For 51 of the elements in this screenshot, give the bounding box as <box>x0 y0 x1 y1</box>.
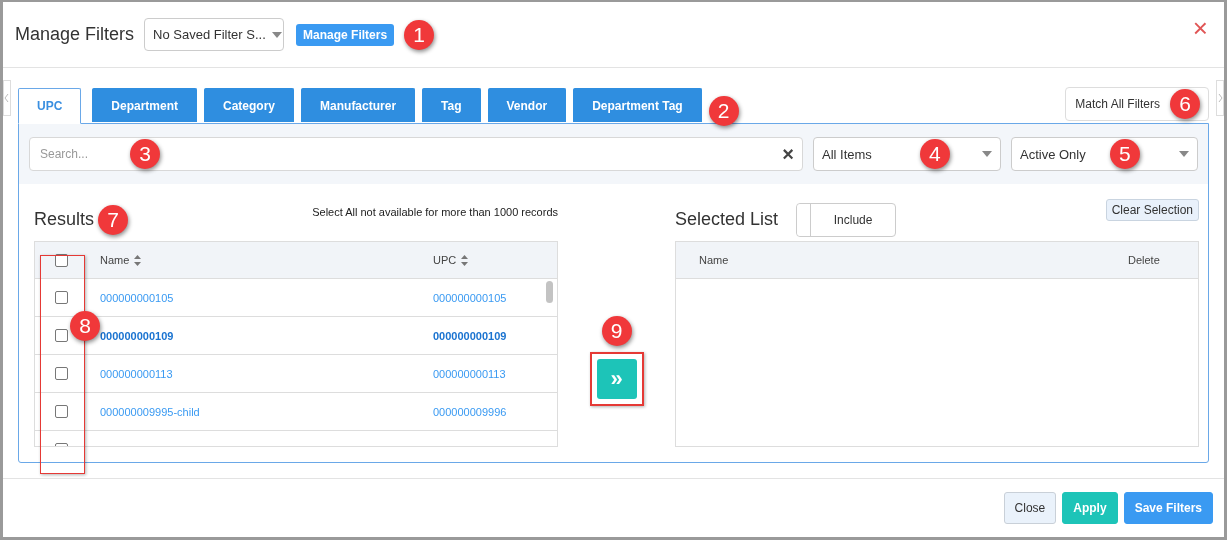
footer-button[interactable]: Apply <box>1062 492 1118 524</box>
upc-link[interactable]: 000000000113 <box>433 367 506 380</box>
filter-tab[interactable]: Category <box>204 88 295 122</box>
callout-badge: 8 <box>70 311 100 341</box>
results-title: Results <box>34 209 95 230</box>
items-select[interactable]: All Items 4 <box>813 137 1001 171</box>
match-all-filters-button[interactable]: Match All Filters 6 <box>1065 87 1209 121</box>
row-checkbox[interactable] <box>54 329 68 342</box>
upc-link[interactable]: 000000000109 <box>433 329 507 342</box>
callout-badge: 1 <box>404 19 435 50</box>
row-checkbox[interactable] <box>54 405 68 418</box>
manage-filters-button[interactable]: Manage Filters <box>296 23 395 46</box>
filter-tab[interactable]: Vendor <box>487 88 567 122</box>
include-toggle[interactable]: Include <box>796 202 897 237</box>
filter-tab[interactable]: Department <box>92 88 198 122</box>
selected-list-title: Selected List <box>675 209 779 230</box>
dialog-title: Manage Filters <box>15 24 135 45</box>
filter-tab[interactable]: Manufacturer <box>301 88 416 122</box>
footer-button[interactable]: Save Filters <box>1123 492 1213 524</box>
status-select[interactable]: Active Only 5 <box>1011 137 1198 171</box>
item-name-link[interactable]: 000000009995-child <box>100 405 200 418</box>
sort-icon <box>134 254 142 266</box>
upc-link[interactable]: 000000000105 <box>433 291 507 304</box>
callout-badge: 5 <box>1109 139 1140 169</box>
callout-badge: 3 <box>130 139 160 169</box>
item-name-link[interactable]: 000000000105 <box>100 291 174 304</box>
callout-badge: 9 <box>601 316 632 346</box>
item-name-link[interactable]: 000000000113 <box>100 367 173 380</box>
callout-badge: 2 <box>708 95 739 126</box>
column-header[interactable]: Name <box>100 254 130 266</box>
clear-selection-button[interactable]: Clear Selection <box>1105 199 1199 221</box>
column-header: Name <box>699 254 729 266</box>
callout-badge: 4 <box>919 139 950 169</box>
filter-tab[interactable]: UPC <box>18 88 82 124</box>
column-header[interactable]: UPC <box>433 254 457 266</box>
footer-button[interactable]: Close <box>1003 492 1057 524</box>
callout-badge: 7 <box>98 204 129 235</box>
row-checkbox[interactable] <box>54 367 68 380</box>
item-name-link[interactable]: 000000000109 <box>100 329 174 342</box>
callout-badge: 6 <box>1170 89 1200 119</box>
row-checkbox[interactable] <box>54 291 68 304</box>
scrollbar-thumb[interactable] <box>546 281 553 303</box>
search-field[interactable]: Search... 3 × <box>29 137 803 171</box>
filter-tab[interactable]: Department Tag <box>573 88 702 122</box>
move-to-selected-button[interactable]: » <box>596 359 637 399</box>
upc-link[interactable]: 000000009996 <box>433 405 507 418</box>
sort-icon <box>461 254 469 266</box>
saved-filter-select[interactable]: No Saved Filter S... <box>144 18 285 51</box>
filter-tab[interactable]: Tag <box>422 88 481 122</box>
column-header: Delete <box>1128 254 1160 266</box>
select-all-note: Select All not available for more than 1000 records <box>312 206 558 218</box>
